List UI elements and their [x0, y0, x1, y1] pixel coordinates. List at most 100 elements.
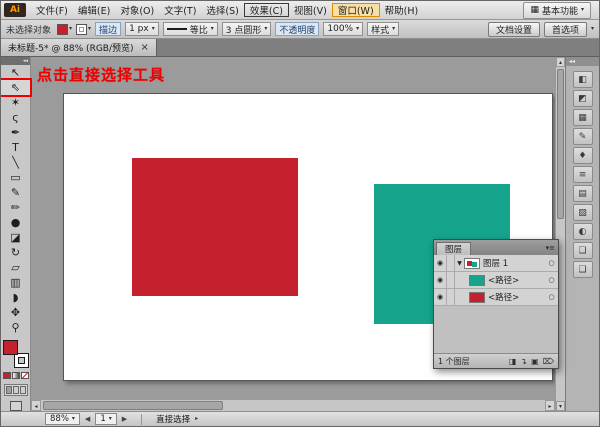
horizontal-scroll-thumb[interactable] — [43, 401, 223, 410]
menu-item[interactable]: 文件(F) — [31, 1, 73, 19]
opacity-link[interactable]: 不透明度 — [275, 22, 319, 36]
vertical-scroll-thumb[interactable] — [557, 69, 564, 219]
panel-menu-icon[interactable]: ▾≡ — [546, 244, 555, 252]
menu-item[interactable]: 窗口(W) — [332, 3, 380, 17]
expand-triangle-icon[interactable]: ▼ — [455, 260, 464, 267]
delete-layer-icon[interactable]: ⌦ — [543, 357, 554, 366]
scroll-right-icon[interactable]: ▸ — [545, 400, 555, 411]
new-sublayer-icon[interactable]: ↴ — [520, 357, 527, 366]
eyedropper-tool[interactable]: ◗ — [1, 290, 30, 305]
layer-name[interactable]: <路径> — [488, 274, 545, 286]
stroke-swatch-large[interactable] — [14, 353, 29, 368]
menu-item[interactable]: 编辑(E) — [73, 1, 115, 19]
scroll-down-icon[interactable]: ▾ — [556, 401, 565, 411]
brush-definition-combo[interactable]: 3 点圆形 ▾ — [222, 22, 272, 36]
appearance-panel-icon[interactable]: ◐ — [573, 223, 593, 240]
blob-brush-tool[interactable]: ● — [1, 215, 30, 230]
make-clip-mask-icon[interactable]: ◨ — [509, 357, 517, 366]
draw-mode-button[interactable] — [4, 384, 28, 396]
lock-cell[interactable] — [447, 255, 455, 271]
tools-collapse-button[interactable]: ◂◂ — [1, 57, 30, 65]
opacity-combo[interactable]: 100% ▾ — [323, 22, 363, 36]
layer-row[interactable]: ◉ <路径>○ — [434, 272, 558, 289]
dock-collapse-button[interactable]: ◂◂ — [566, 57, 599, 66]
fill-swatch[interactable] — [57, 24, 68, 35]
menu-item[interactable]: 选择(S) — [201, 1, 243, 19]
layers-panel-header: 图层 ▾≡ — [434, 240, 558, 255]
swatches-panel-icon[interactable]: ▦ — [573, 109, 593, 126]
stroke-swatch[interactable] — [76, 24, 87, 35]
stroke-panel-icon[interactable]: ≡ — [573, 166, 593, 183]
direct-selection-tool[interactable]: ⇖ — [1, 80, 30, 95]
scroll-up-icon[interactable]: ▴ — [556, 57, 565, 67]
scroll-left-icon[interactable]: ◂ — [31, 400, 41, 411]
gradient-tool[interactable]: ▥ — [1, 275, 30, 290]
visibility-eye-icon[interactable]: ◉ — [434, 272, 447, 288]
hand-tool[interactable]: ✥ — [1, 305, 30, 320]
document-setup-button[interactable]: 文档设置 — [488, 22, 540, 37]
horizontal-scrollbar[interactable]: ◂ ▸ — [31, 399, 555, 411]
document-tab[interactable]: 未标题-5* @ 88% (RGB/预览) × — [1, 39, 157, 56]
menu-item[interactable]: 帮助(H) — [380, 1, 424, 19]
pen-tool[interactable]: ✒ — [1, 125, 30, 140]
red-rectangle-shape[interactable] — [132, 158, 298, 296]
panel-menu-chevron-icon[interactable]: ▾ — [591, 26, 594, 32]
next-artboard-button[interactable]: ▶ — [122, 415, 127, 423]
magic-wand-tool[interactable]: ✶ — [1, 95, 30, 110]
workspace-switcher[interactable]: ▦ 基本功能 ▾ — [523, 2, 591, 19]
selection-tool[interactable]: ↖ — [1, 65, 30, 80]
color-guide-panel-icon[interactable]: ◩ — [573, 90, 593, 107]
menu-item[interactable]: 文字(T) — [159, 1, 201, 19]
line-segment-tool[interactable]: ╲ — [1, 155, 30, 170]
rectangle-tool[interactable]: ▭ — [1, 170, 30, 185]
gradient-button[interactable] — [12, 372, 20, 379]
transparency-panel-icon[interactable]: ▨ — [573, 204, 593, 221]
brushes-panel-icon[interactable]: ✎ — [573, 128, 593, 145]
layers-panel-icon[interactable]: ❑ — [573, 261, 593, 278]
type-tool[interactable]: T — [1, 140, 30, 155]
tab-layers[interactable]: 图层 — [436, 242, 471, 255]
layer-row[interactable]: ◉ ▼ 图层 1○ — [434, 255, 558, 272]
zoom-tool[interactable]: ⚲ — [1, 320, 30, 335]
workspace-grid-icon: ▦ — [530, 5, 539, 15]
fill-swatch-large[interactable] — [3, 340, 18, 355]
symbols-panel-icon[interactable]: ♦ — [573, 147, 593, 164]
new-layer-icon[interactable]: ▣ — [531, 357, 539, 366]
target-circle-icon[interactable]: ○ — [545, 293, 558, 301]
artboard-number-combo[interactable]: 1 ▾ — [95, 413, 116, 425]
layer-name[interactable]: 图层 1 — [483, 257, 545, 269]
target-circle-icon[interactable]: ○ — [545, 276, 558, 284]
stroke-weight-combo[interactable]: 1 px ▾ — [125, 22, 159, 36]
pencil-tool[interactable]: ✏ — [1, 200, 30, 215]
prev-artboard-button[interactable]: ◀ — [85, 415, 90, 423]
rotate-tool[interactable]: ↻ — [1, 245, 30, 260]
graphic-styles-panel-icon[interactable]: ❏ — [573, 242, 593, 259]
screen-mode-button[interactable] — [10, 401, 22, 411]
color-panel-icon[interactable]: ◧ — [573, 71, 593, 88]
lasso-tool[interactable]: ς — [1, 110, 30, 125]
none-button[interactable] — [21, 372, 29, 379]
lock-cell[interactable] — [447, 289, 455, 305]
menu-item[interactable]: 效果(C) — [244, 3, 289, 17]
menu-item[interactable]: 对象(O) — [115, 1, 159, 19]
eraser-tool[interactable]: ◪ — [1, 230, 30, 245]
layer-row[interactable]: ◉ <路径>○ — [434, 289, 558, 306]
menu-item[interactable]: 视图(V) — [289, 1, 332, 19]
stroke-color-control[interactable]: ▾ — [76, 24, 91, 35]
layer-name[interactable]: <路径> — [488, 291, 545, 303]
paintbrush-tool[interactable]: ✎ — [1, 185, 30, 200]
fill-color-control[interactable]: ▾ — [57, 24, 72, 35]
visibility-eye-icon[interactable]: ◉ — [434, 255, 447, 271]
scale-tool[interactable]: ▱ — [1, 260, 30, 275]
lock-cell[interactable] — [447, 272, 455, 288]
close-icon[interactable]: × — [141, 42, 149, 53]
color-button[interactable] — [3, 372, 11, 379]
stroke-link[interactable]: 描边 — [95, 22, 121, 36]
gradient-panel-icon[interactable]: ▤ — [573, 185, 593, 202]
visibility-eye-icon[interactable]: ◉ — [434, 289, 447, 305]
zoom-level-combo[interactable]: 88% ▾ — [45, 413, 80, 425]
target-circle-icon[interactable]: ○ — [545, 259, 558, 267]
style-combo[interactable]: 样式 ▾ — [367, 22, 399, 36]
stroke-profile-combo[interactable]: 等比 ▾ — [163, 22, 218, 36]
preferences-button[interactable]: 首选项 — [544, 22, 587, 37]
